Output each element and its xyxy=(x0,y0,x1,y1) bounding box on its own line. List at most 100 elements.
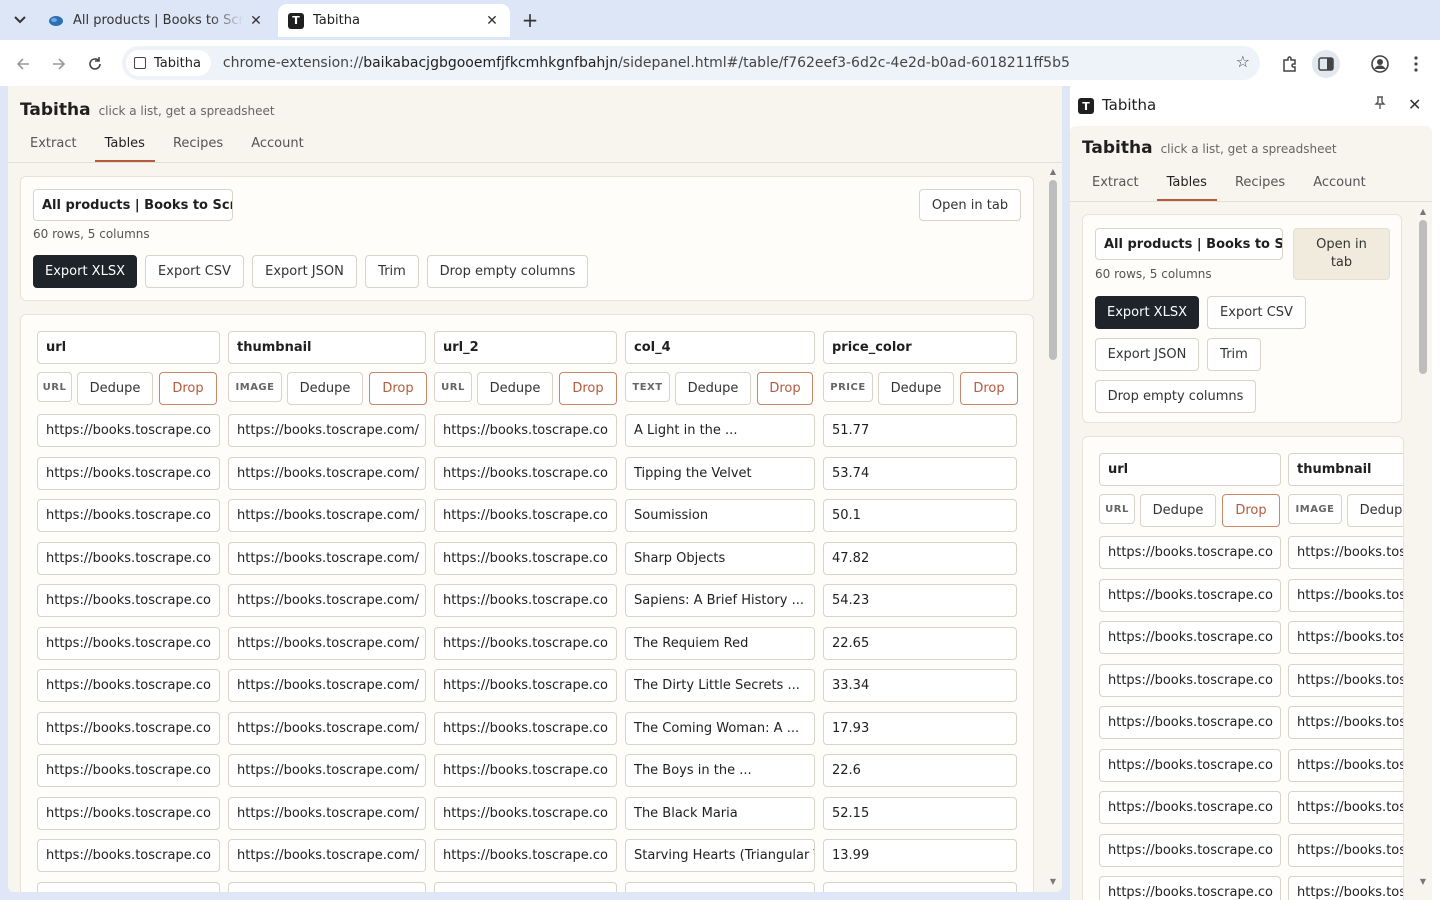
close-tab-icon[interactable]: ✕ xyxy=(484,13,500,29)
table-cell[interactable]: https://books.toscrape.com/ xyxy=(228,499,426,532)
extensions-puzzle-icon[interactable] xyxy=(1276,50,1304,78)
column-header-url[interactable]: url xyxy=(37,331,220,364)
table-cell[interactable]: 50.1 xyxy=(823,499,1017,532)
site-info-chip[interactable]: Tabitha xyxy=(126,50,211,76)
table-cell[interactable]: https://books.toscrape.co xyxy=(37,754,220,787)
table-cell[interactable]: https://books.toscrape.co xyxy=(434,881,617,892)
table-cell[interactable]: The Requiem Red xyxy=(625,626,815,660)
table-cell[interactable]: https://books.toscrape.co xyxy=(37,541,220,575)
table-cell[interactable]: https://books.toscrape.co xyxy=(37,711,220,745)
table-cell[interactable]: https://books.toscrape.co xyxy=(37,499,220,532)
scroll-up-arrow-icon[interactable]: ▲ xyxy=(1046,166,1060,176)
tab-recipes[interactable]: Recipes xyxy=(163,130,233,162)
table-cell[interactable]: Sharp Objects xyxy=(625,541,815,575)
tab-recipes[interactable]: Recipes xyxy=(1225,169,1295,201)
table-cell[interactable]: https://books.toscrape.co xyxy=(434,754,617,787)
dedupe-column-button[interactable]: Dedupe xyxy=(675,372,751,405)
drop-column-button[interactable]: Drop xyxy=(1222,494,1280,527)
column-header-url-2[interactable]: url_2 xyxy=(434,331,617,364)
browser-tab-books[interactable]: All products | Books to Scrape - Sandbox… xyxy=(38,4,274,37)
table-cell[interactable]: 17.93 xyxy=(823,711,1017,745)
dedupe-column-button[interactable]: Dedupe xyxy=(1140,494,1216,527)
table-cell[interactable]: https://books.toscrape.co xyxy=(434,499,617,532)
table-cell[interactable]: https://books.toscrape.com/ xyxy=(1288,578,1403,612)
table-cell[interactable]: https://books.toscrape.co xyxy=(1099,791,1281,824)
table-cell[interactable]: 33.34 xyxy=(823,669,1017,702)
scroll-up-arrow-icon[interactable]: ▲ xyxy=(1416,206,1430,216)
table-cell[interactable]: Shakespeare's Sonnets xyxy=(625,881,815,892)
table-cell[interactable]: https://books.toscrape.com/ xyxy=(228,541,426,575)
table-cell[interactable]: The Boys in the ... xyxy=(625,754,815,787)
reload-icon[interactable] xyxy=(81,50,109,78)
table-cell[interactable]: https://books.toscrape.co xyxy=(434,626,617,660)
table-cell[interactable]: 13.99 xyxy=(823,839,1017,872)
table-name-field[interactable]: All products | Books to Scrape - Sandbox xyxy=(1095,228,1283,260)
table-cell[interactable]: https://books.toscrape.co xyxy=(1099,621,1281,654)
drop-column-button[interactable]: Drop xyxy=(369,372,427,405)
side-panel-toggle-icon[interactable] xyxy=(1312,50,1340,78)
table-cell[interactable]: https://books.toscrape.com/ xyxy=(228,626,426,660)
dedupe-column-button[interactable]: Dedupe xyxy=(287,372,363,405)
dedupe-column-button[interactable]: Dedupe xyxy=(878,372,954,405)
open-in-tab-button[interactable]: Open in tab xyxy=(1293,228,1390,280)
drop-column-button[interactable]: Drop xyxy=(559,372,617,405)
scroll-down-arrow-icon[interactable]: ▼ xyxy=(1416,876,1430,886)
column-header-price-color[interactable]: price_color xyxy=(823,331,1017,364)
page-scrollbar-thumb[interactable] xyxy=(1049,180,1057,360)
export-xlsx-button[interactable]: Export XLSX xyxy=(1095,296,1199,329)
table-cell[interactable]: Starving Hearts (Triangular Trade ... xyxy=(625,839,815,872)
table-cell[interactable]: Soumission xyxy=(625,499,815,532)
open-in-tab-button[interactable]: Open in tab xyxy=(919,189,1021,221)
table-cell[interactable]: https://books.toscrape.com/ xyxy=(1288,833,1403,867)
table-cell[interactable]: Sapiens: A Brief History ... xyxy=(625,584,815,617)
table-cell[interactable]: https://books.toscrape.com/ xyxy=(1288,791,1403,824)
table-cell[interactable]: https://books.toscrape.co xyxy=(37,669,220,702)
trim-button[interactable]: Trim xyxy=(365,255,419,288)
table-cell[interactable]: https://books.toscrape.co xyxy=(434,541,617,575)
scroll-down-arrow-icon[interactable]: ▼ xyxy=(1046,876,1060,886)
close-side-panel-icon[interactable]: ✕ xyxy=(1408,95,1421,114)
column-header-col-4[interactable]: col_4 xyxy=(625,331,815,364)
table-cell[interactable]: https://books.toscrape.co xyxy=(37,626,220,660)
table-cell[interactable]: https://books.toscrape.com/ xyxy=(1288,536,1403,569)
drop-column-button[interactable]: Drop xyxy=(159,372,217,405)
table-cell[interactable]: https://books.toscrape.com/ xyxy=(228,584,426,617)
table-cell[interactable]: https://books.toscrape.co xyxy=(1099,833,1281,867)
table-cell[interactable]: 20.66 xyxy=(823,881,1017,892)
table-cell[interactable]: https://books.toscrape.co xyxy=(37,456,220,490)
export-xlsx-button[interactable]: Export XLSX xyxy=(33,255,137,288)
drop-column-button[interactable]: Drop xyxy=(960,372,1018,405)
side-panel-scrollbar-thumb[interactable] xyxy=(1419,220,1427,374)
new-tab-plus-icon[interactable]: + xyxy=(518,8,542,32)
table-cell[interactable]: https://books.toscrape.co xyxy=(37,414,220,447)
table-cell[interactable]: 52.15 xyxy=(823,796,1017,830)
tab-tables[interactable]: Tables xyxy=(94,130,155,162)
dedupe-column-button[interactable]: Dedupe xyxy=(1347,494,1403,527)
browser-tab-tabitha[interactable]: T Tabitha ✕ xyxy=(278,4,510,37)
table-cell[interactable]: https://books.toscrape.com/ xyxy=(1288,663,1403,697)
table-cell[interactable]: A Light in the ... xyxy=(625,414,815,447)
table-cell[interactable]: https://books.toscrape.co xyxy=(1099,536,1281,569)
table-cell[interactable]: https://books.toscrape.co xyxy=(37,584,220,617)
table-cell[interactable]: 22.6 xyxy=(823,754,1017,787)
export-csv-button[interactable]: Export CSV xyxy=(145,255,244,288)
table-cell[interactable]: https://books.toscrape.com/ xyxy=(1288,621,1403,654)
table-cell[interactable]: 22.65 xyxy=(823,626,1017,660)
address-bar[interactable]: Tabitha chrome-extension://baikabacjgbgo… xyxy=(122,46,1260,80)
table-cell[interactable]: https://books.toscrape.co xyxy=(434,584,617,617)
table-cell[interactable]: https://books.toscrape.co xyxy=(1099,706,1281,739)
column-header-thumbnail[interactable]: thumbnail xyxy=(1288,453,1403,486)
tab-account[interactable]: Account xyxy=(1303,169,1376,201)
close-tab-icon[interactable]: ✕ xyxy=(248,13,264,29)
tab-search-button[interactable] xyxy=(8,8,32,32)
table-cell[interactable]: https://books.toscrape.com/ xyxy=(228,839,426,872)
table-cell[interactable]: https://books.toscrape.co xyxy=(37,796,220,830)
dedupe-column-button[interactable]: Dedupe xyxy=(77,372,153,405)
trim-button[interactable]: Trim xyxy=(1207,338,1261,371)
table-cell[interactable]: The Black Maria xyxy=(625,796,815,830)
table-cell[interactable]: https://books.toscrape.co xyxy=(434,456,617,490)
bookmark-star-icon[interactable]: ☆ xyxy=(1236,52,1250,71)
forward-arrow-icon[interactable] xyxy=(45,50,73,78)
drop-empty-columns-button[interactable]: Drop empty columns xyxy=(1095,380,1256,413)
export-csv-button[interactable]: Export CSV xyxy=(1207,296,1306,329)
